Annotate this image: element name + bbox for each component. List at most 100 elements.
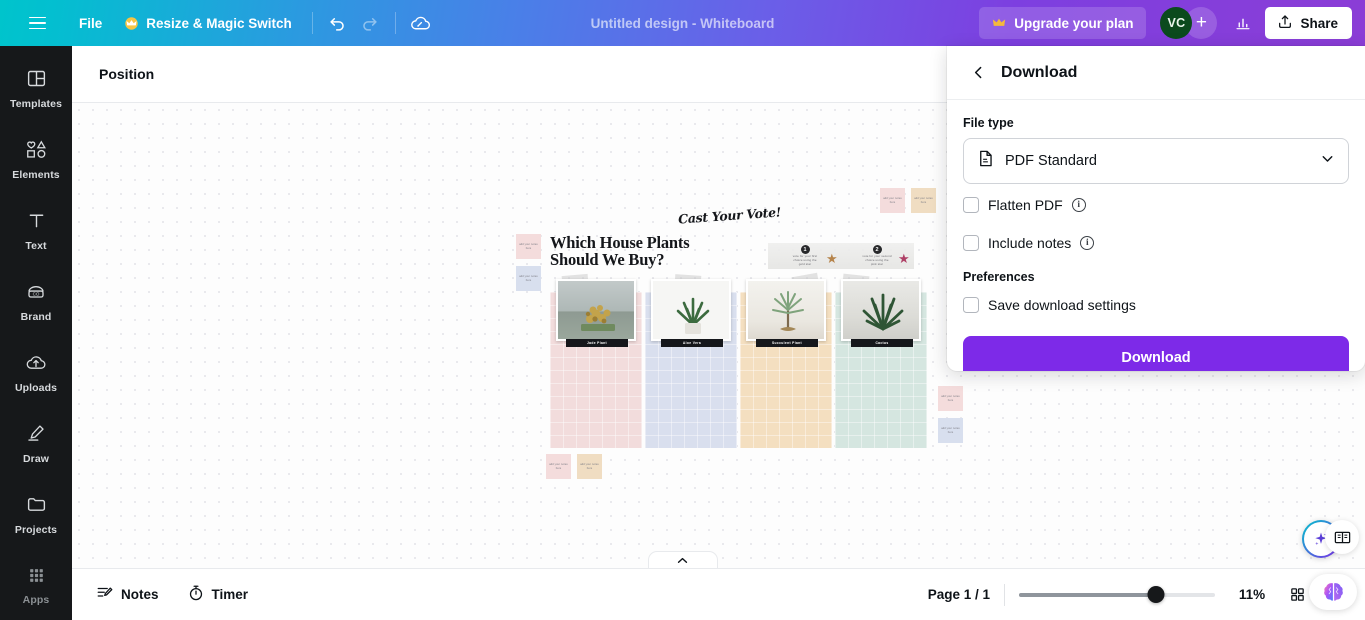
succulent-illustration	[772, 291, 804, 331]
sidebar-item-draw[interactable]: Draw	[4, 415, 68, 472]
bottom-status-bar: Notes Timer Page 1 / 1 11%	[72, 568, 1365, 620]
zoom-slider-thumb[interactable]	[1147, 586, 1165, 603]
sticky-note[interactable]: add your notes here	[880, 188, 905, 213]
share-label: Share	[1300, 15, 1338, 31]
info-icon[interactable]: i	[1071, 198, 1086, 212]
tutorial-help-button[interactable]	[1325, 520, 1359, 554]
chevron-up-icon	[677, 557, 688, 563]
sidebar-item-apps[interactable]: Apps	[4, 557, 68, 614]
position-button[interactable]: Position	[89, 59, 164, 89]
notes-label: Notes	[121, 587, 159, 602]
whiteboard-artboard[interactable]: add your notes here add your notes here …	[504, 186, 964, 486]
resize-magic-switch-button[interactable]: Resize & Magic Switch	[113, 7, 303, 39]
sidebar-item-templates[interactable]: Templates	[4, 60, 68, 117]
header-right-group: Upgrade your plan VC + Share	[979, 7, 1365, 39]
sidebar-item-label: Brand	[20, 310, 52, 323]
sticky-note[interactable]: add your notes here	[911, 188, 936, 213]
download-panel-header: Download	[947, 46, 1365, 100]
flatten-pdf-checkbox[interactable]	[963, 197, 979, 213]
sticky-note[interactable]: add your notes here	[546, 454, 571, 479]
plant-photo[interactable]	[651, 279, 731, 341]
preferences-label: Preferences	[963, 270, 1035, 284]
svg-text:CO: CO	[33, 291, 40, 296]
apps-grid-icon	[27, 566, 46, 590]
bottom-divider	[1004, 583, 1005, 606]
save-download-settings-option[interactable]: Save download settings	[963, 288, 1349, 322]
sticky-note[interactable]: add your notes here	[938, 386, 963, 411]
sidebar-item-label: Templates	[9, 97, 63, 110]
sidebar-item-text[interactable]: Text	[4, 202, 68, 259]
whiteboard-title-block[interactable]: Which House Plants Should We Buy?	[550, 234, 780, 268]
text-icon	[26, 210, 47, 236]
include-notes-option[interactable]: Include notes i	[963, 226, 1349, 260]
vote-instructions-strip[interactable]: 1 vote for your first choice using the g…	[768, 243, 914, 269]
sidebar-item-label: Apps	[22, 593, 50, 606]
chevron-down-icon	[1319, 150, 1336, 172]
plant-photo[interactable]	[556, 279, 636, 341]
sticky-note[interactable]: add your notes here	[516, 266, 541, 291]
sidebar-item-projects[interactable]: Projects	[4, 486, 68, 543]
aloe-vera-illustration	[676, 297, 710, 334]
document-icon	[976, 149, 995, 173]
stopwatch-icon	[187, 584, 205, 605]
header-divider-2	[394, 12, 396, 34]
undo-icon[interactable]	[322, 7, 354, 39]
notes-button[interactable]: Notes	[86, 579, 169, 611]
plant-photo[interactable]	[841, 279, 921, 341]
cactus-illustration	[862, 293, 904, 331]
avatar[interactable]: VC	[1160, 7, 1193, 39]
info-icon[interactable]: i	[1080, 236, 1095, 250]
sidebar-item-brand[interactable]: CO Brand	[4, 273, 68, 330]
hamburger-menu-icon[interactable]	[20, 6, 54, 40]
sidebar-item-elements[interactable]: Elements	[4, 131, 68, 188]
sidebar-item-label: Uploads	[14, 381, 58, 394]
file-menu-button[interactable]: File	[68, 7, 113, 39]
plant-board-cactus[interactable]: Cactus	[835, 273, 927, 448]
zoom-slider-fill	[1019, 592, 1157, 597]
bottom-right-group: Page 1 / 1 11%	[928, 579, 1365, 611]
save-download-settings-checkbox[interactable]	[963, 297, 979, 313]
flatten-pdf-option[interactable]: Flatten PDF i	[963, 188, 1349, 222]
crown-icon	[124, 16, 139, 30]
plant-label: Succulent Plant	[756, 339, 818, 347]
timeline-tab-handle[interactable]	[647, 551, 718, 568]
file-type-select[interactable]: PDF Standard	[963, 138, 1349, 184]
plant-board-aloe-vera[interactable]: Aloe Vera	[645, 274, 737, 448]
plant-label: Aloe Vera	[661, 339, 723, 347]
chevron-left-icon[interactable]	[963, 58, 993, 88]
plant-board-jade-plant[interactable]: Jade Plant	[550, 273, 642, 448]
bar-chart-icon[interactable]	[1227, 7, 1259, 39]
plant-label: Jade Plant	[566, 339, 628, 347]
file-menu-label: File	[79, 15, 103, 31]
draw-pen-icon	[25, 423, 47, 449]
sticky-note[interactable]: add your notes here	[516, 234, 541, 259]
vote-step-number: 2	[872, 245, 882, 254]
sidebar-item-label: Projects	[14, 523, 58, 536]
zoom-slider[interactable]	[1019, 586, 1215, 604]
zoom-level-value[interactable]: 11%	[1229, 587, 1275, 602]
plant-photo[interactable]	[746, 279, 826, 341]
download-button[interactable]: Download	[963, 336, 1349, 371]
header-divider-1	[311, 12, 313, 34]
sidebar-item-uploads[interactable]: Uploads	[4, 344, 68, 401]
document-title[interactable]: Untitled design - Whiteboard	[591, 16, 775, 31]
timer-button[interactable]: Timer	[177, 579, 259, 611]
page-indicator[interactable]: Page 1 / 1	[928, 587, 990, 602]
upgrade-plan-label: Upgrade your plan	[1014, 15, 1134, 31]
include-notes-checkbox[interactable]	[963, 235, 979, 251]
resize-magic-switch-label: Resize & Magic Switch	[146, 15, 292, 31]
sticky-note[interactable]: add your notes here	[938, 418, 963, 443]
vote-step-number: 1	[800, 245, 810, 254]
redo-icon[interactable]	[354, 7, 386, 39]
collaborators-group: VC +	[1160, 7, 1218, 39]
canva-editor-window: File Resize & Magic Switch Untitled desi…	[0, 0, 1365, 620]
plant-board-succulent-plant[interactable]: Succulent Plant	[740, 272, 832, 448]
upgrade-plan-button[interactable]: Upgrade your plan	[979, 7, 1147, 39]
share-button[interactable]: Share	[1265, 7, 1352, 39]
templates-icon	[26, 68, 47, 94]
ai-brain-button[interactable]	[1309, 574, 1357, 610]
elements-icon	[25, 139, 48, 165]
whiteboard-subtitle[interactable]: Cast Your Vote!	[678, 204, 782, 226]
cloud-saved-icon[interactable]	[405, 7, 437, 39]
sticky-note[interactable]: add your notes here	[577, 454, 602, 479]
